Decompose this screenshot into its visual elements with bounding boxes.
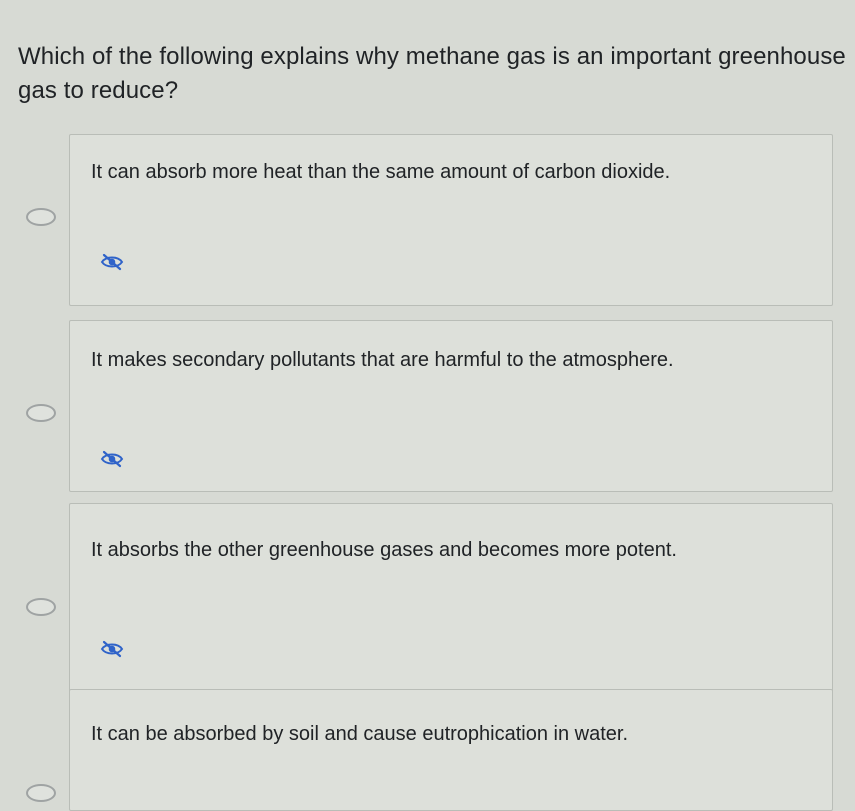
answer-text: It makes secondary pollutants that are h…	[91, 349, 674, 371]
eliminate-icon[interactable]	[100, 640, 124, 658]
radio-button[interactable]	[26, 784, 56, 802]
answer-card[interactable]: It can absorb more heat than the same am…	[69, 134, 833, 306]
answer-text: It can absorb more heat than the same am…	[91, 161, 671, 183]
answer-text: It absorbs the other greenhouse gases an…	[91, 539, 677, 561]
question-text: Which of the following explains why meth…	[18, 43, 846, 104]
eliminate-icon[interactable]	[100, 450, 124, 468]
answer-text: It can be absorbed by soil and cause eut…	[91, 723, 629, 745]
radio-button[interactable]	[26, 404, 56, 422]
answer-card[interactable]: It makes secondary pollutants that are h…	[69, 320, 833, 492]
eliminate-icon[interactable]	[100, 253, 124, 271]
radio-button[interactable]	[26, 208, 56, 226]
answer-card[interactable]: It absorbs the other greenhouse gases an…	[69, 503, 833, 692]
radio-button[interactable]	[26, 598, 56, 616]
answer-card[interactable]: It can be absorbed by soil and cause eut…	[69, 689, 833, 811]
